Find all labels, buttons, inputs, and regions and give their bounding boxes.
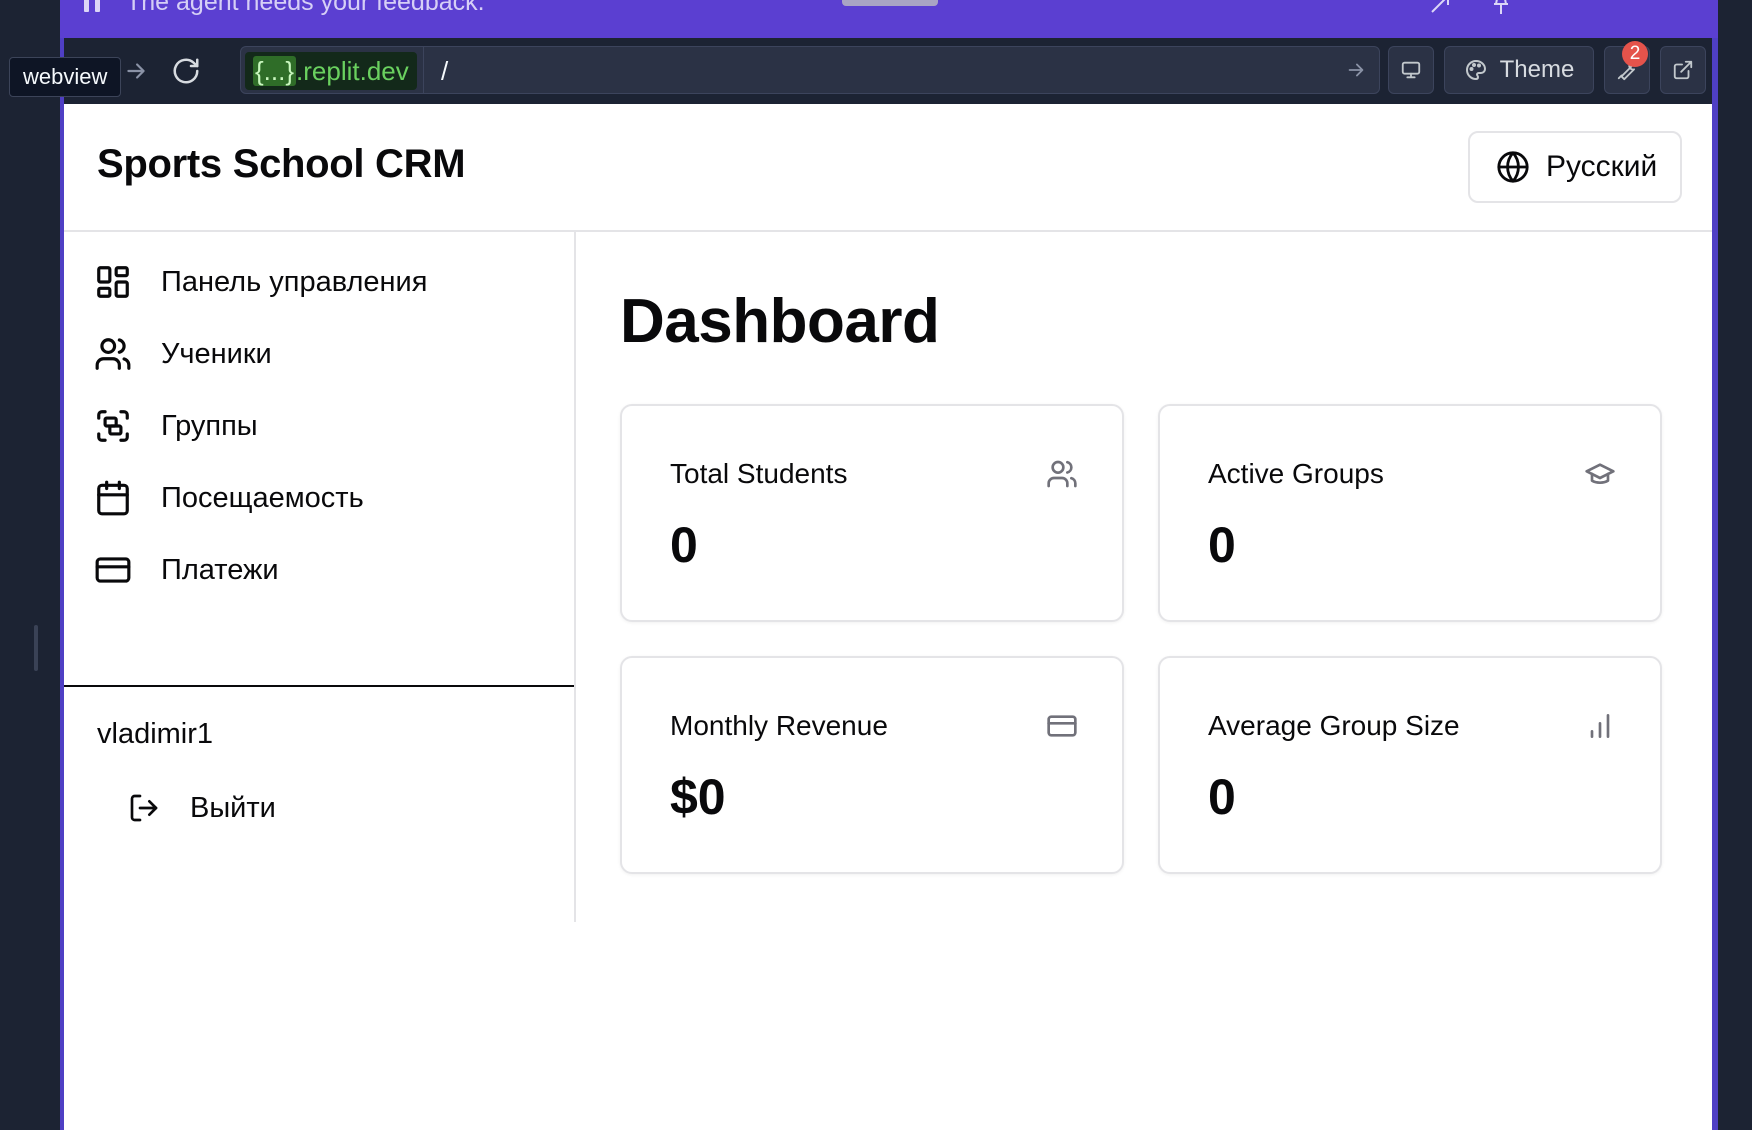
logout-button[interactable]: Выйти: [128, 786, 276, 830]
app-viewport: Sports School CRM Русский Панель управле…: [64, 104, 1712, 1130]
stat-card-value: 0: [1208, 769, 1236, 825]
sidebar-item-label: Группы: [161, 409, 258, 442]
current-username: vladimir1: [97, 718, 214, 750]
language-switcher-button[interactable]: Русский: [1468, 131, 1682, 203]
log-out-icon: [130, 794, 158, 822]
sidebar-item-label: Панель управления: [161, 265, 428, 298]
stat-card-active-groups: Active Groups 0: [1158, 404, 1662, 622]
url-bar[interactable]: {...}.replit.dev /: [240, 46, 1380, 94]
go-arrow-icon[interactable]: [1345, 59, 1367, 81]
logout-label: Выйти: [190, 791, 276, 824]
theme-label: Theme: [1499, 56, 1575, 83]
stat-card-label: Total Students: [670, 458, 848, 489]
agent-feedback-banner: The agent needs your feedback.: [60, 0, 1718, 38]
sidebar-item-label: Платежи: [161, 553, 279, 586]
credit-card-icon: [95, 557, 131, 583]
stat-card-value: 0: [670, 517, 698, 573]
language-label: Русский: [1546, 150, 1658, 183]
stat-card-label: Active Groups: [1208, 458, 1384, 489]
monitor-icon: [1401, 61, 1421, 79]
sidebar-item-payments[interactable]: Платежи: [94, 546, 279, 594]
group-icon: [97, 410, 129, 442]
sidebar: Панель управления Ученики Группы Посещае…: [64, 232, 576, 922]
credit-card-icon: [1047, 715, 1077, 737]
expand-icon[interactable]: [1428, 0, 1454, 14]
agent-banner-text: The agent needs your feedback.: [126, 0, 485, 16]
stat-card-value: $0: [670, 769, 726, 825]
drag-handle[interactable]: [842, 0, 938, 6]
stat-card-average-group-size: Average Group Size 0: [1158, 656, 1662, 874]
pane-resize-handle[interactable]: [34, 625, 38, 671]
users-icon: [1047, 460, 1077, 488]
pin-icon[interactable]: [1488, 0, 1514, 14]
sidebar-item-label: Ученики: [161, 337, 272, 370]
sidebar-item-dashboard[interactable]: Панель управления: [94, 258, 427, 306]
sidebar-item-groups[interactable]: Группы: [94, 402, 258, 450]
open-new-tab-button[interactable]: [1660, 46, 1706, 94]
device-preview-button[interactable]: [1388, 46, 1434, 94]
browser-toolbar: {...}.replit.dev / Theme: [64, 38, 1712, 104]
bar-chart-icon: [1590, 714, 1610, 738]
palette-icon: [1465, 60, 1486, 80]
stat-card-monthly-revenue: Monthly Revenue $0: [620, 656, 1124, 874]
page-title: Dashboard: [620, 287, 940, 356]
ide-right-gutter: [1718, 0, 1752, 1130]
sidebar-item-attendance[interactable]: Посещаемость: [94, 474, 364, 522]
graduation-cap-icon: [1585, 463, 1615, 484]
sidebar-divider: [64, 685, 574, 687]
calendar-icon: [97, 480, 129, 516]
main-content: Dashboard Total Students 0 Active Groups…: [578, 232, 1712, 1130]
app-header: Sports School CRM Русский: [64, 104, 1712, 232]
stat-card-total-students: Total Students 0: [620, 404, 1124, 622]
arrow-right-icon: [127, 63, 145, 79]
url-domain-template: {...}: [253, 56, 297, 86]
ide-left-gutter: [0, 0, 62, 1130]
reload-icon: [173, 58, 199, 84]
globe-icon: [1497, 151, 1529, 183]
reload-button[interactable]: [164, 47, 208, 95]
stat-card-label: Monthly Revenue: [670, 710, 888, 741]
notification-badge: 2: [1622, 41, 1648, 67]
url-domain: {...}.replit.dev: [245, 52, 417, 90]
stat-card-value: 0: [1208, 517, 1236, 573]
webview-tooltip: webview: [9, 57, 122, 97]
stat-card-label: Average Group Size: [1208, 710, 1460, 741]
url-domain-suffix: .replit.dev: [296, 56, 409, 86]
app-title: Sports School CRM: [97, 142, 466, 186]
url-path-input[interactable]: /: [441, 52, 448, 90]
theme-button[interactable]: Theme: [1444, 46, 1594, 94]
users-icon: [95, 338, 131, 370]
pause-icon[interactable]: [84, 0, 102, 14]
sidebar-item-label: Посещаемость: [161, 481, 364, 514]
url-separator: [423, 47, 424, 93]
layout-dashboard-icon: [97, 266, 129, 298]
sidebar-item-students[interactable]: Ученики: [94, 330, 272, 378]
external-link-icon: [1673, 60, 1693, 80]
